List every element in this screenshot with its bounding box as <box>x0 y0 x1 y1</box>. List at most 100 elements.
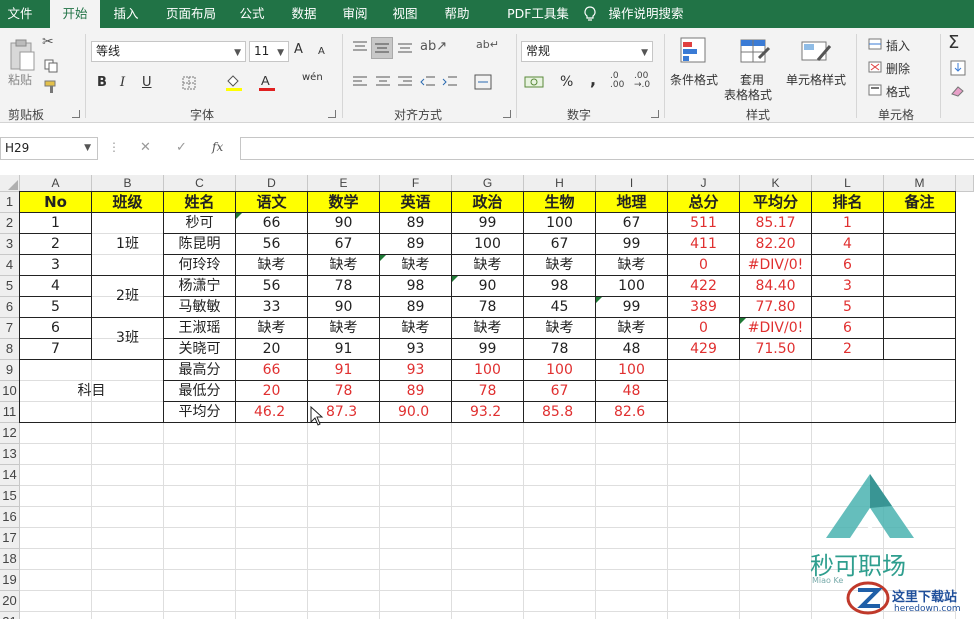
empty-cell[interactable] <box>740 570 812 591</box>
total-cell[interactable]: 0 <box>668 255 740 276</box>
name-cell[interactable]: 王淑瑶 <box>164 318 236 339</box>
row-header-16[interactable]: 16 <box>0 507 20 528</box>
empty-cell[interactable] <box>380 591 452 612</box>
empty-cell[interactable] <box>524 528 596 549</box>
score-cell[interactable]: 缺考 <box>452 318 524 339</box>
tab-pdf-tools[interactable]: PDF工具集 <box>492 0 584 28</box>
empty-cell[interactable] <box>380 549 452 570</box>
bold-button[interactable]: B <box>97 75 107 90</box>
delete-cells-button[interactable]: 删除 <box>886 60 910 77</box>
score-cell[interactable]: 89 <box>380 234 452 255</box>
summary-name-cell[interactable]: 平均分 <box>164 402 236 423</box>
name-cell[interactable]: 何玲玲 <box>164 255 236 276</box>
empty-cell[interactable] <box>20 612 92 619</box>
decrease-decimal-icon[interactable]: .00 →.0 <box>634 72 650 90</box>
empty-cell[interactable] <box>20 549 92 570</box>
empty-cell[interactable] <box>884 423 956 444</box>
format-painter-icon[interactable] <box>44 80 60 94</box>
format-cells-button[interactable]: 格式 <box>886 83 910 100</box>
empty-cell[interactable] <box>164 612 236 619</box>
empty-cell[interactable] <box>308 486 380 507</box>
empty-cell[interactable] <box>380 486 452 507</box>
score-cell[interactable]: 33 <box>236 297 308 318</box>
score-cell[interactable]: 78 <box>308 276 380 297</box>
name-cell[interactable]: 陈昆明 <box>164 234 236 255</box>
score-cell[interactable]: 99 <box>596 234 668 255</box>
summary-value-cell[interactable]: 67 <box>524 381 596 402</box>
header-cell[interactable]: 英语 <box>380 192 452 213</box>
number-format-select[interactable]: 常规 ▼ <box>521 41 653 62</box>
score-cell[interactable]: 缺考 <box>524 255 596 276</box>
empty-cell[interactable] <box>812 423 884 444</box>
empty-cell[interactable] <box>380 612 452 619</box>
row-header-13[interactable]: 13 <box>0 444 20 465</box>
header-cell[interactable]: 班级 <box>92 192 164 213</box>
orientation-icon[interactable]: ab↗ <box>420 39 447 54</box>
empty-cell[interactable] <box>20 423 92 444</box>
empty-cell[interactable] <box>92 486 164 507</box>
score-cell[interactable]: 99 <box>596 297 668 318</box>
empty-cell[interactable] <box>452 423 524 444</box>
paste-label[interactable]: 粘贴 <box>8 71 32 88</box>
format-cells-icon[interactable] <box>868 84 882 96</box>
empty-cell[interactable] <box>20 507 92 528</box>
empty-cell[interactable] <box>380 528 452 549</box>
row-header-8[interactable]: 8 <box>0 339 20 360</box>
column-header-g[interactable]: G <box>452 175 524 192</box>
summary-value-cell[interactable]: 20 <box>236 381 308 402</box>
summary-value-cell[interactable]: 46.2 <box>236 402 308 423</box>
no-cell[interactable]: 4 <box>20 276 92 297</box>
average-cell[interactable]: #DIV/0! <box>740 318 812 339</box>
row-header-17[interactable]: 17 <box>0 528 20 549</box>
row-header-3[interactable]: 3 <box>0 234 20 255</box>
tell-me-search[interactable]: 操作说明搜索 <box>604 0 688 28</box>
score-cell[interactable]: 100 <box>524 213 596 234</box>
empty-cell[interactable] <box>92 591 164 612</box>
no-cell[interactable]: 6 <box>20 318 92 339</box>
empty-cell[interactable] <box>380 570 452 591</box>
empty-cell[interactable] <box>452 528 524 549</box>
column-header-f[interactable]: F <box>380 175 452 192</box>
empty-cell[interactable] <box>380 465 452 486</box>
tab-home[interactable]: 开始 <box>50 0 100 28</box>
remark-cell[interactable] <box>884 297 956 318</box>
empty-cell[interactable] <box>524 465 596 486</box>
summary-value-cell[interactable]: 100 <box>596 360 668 381</box>
empty-cell[interactable] <box>596 444 668 465</box>
tab-formulas[interactable]: 公式 <box>232 0 272 28</box>
empty-cell[interactable] <box>236 591 308 612</box>
empty-cell[interactable] <box>20 444 92 465</box>
increase-indent-icon[interactable] <box>442 75 458 89</box>
column-header-e[interactable]: E <box>308 175 380 192</box>
score-cell[interactable]: 45 <box>524 297 596 318</box>
clipboard-launcher[interactable] <box>72 110 80 118</box>
remark-cell[interactable] <box>884 213 956 234</box>
empty-cell[interactable] <box>308 591 380 612</box>
empty-cell[interactable] <box>596 507 668 528</box>
empty-cell[interactable] <box>740 507 812 528</box>
number-launcher[interactable] <box>651 110 659 118</box>
tab-view[interactable]: 视图 <box>385 0 425 28</box>
column-header-m[interactable]: M <box>884 175 956 192</box>
clear-icon[interactable] <box>950 84 966 98</box>
empty-cell[interactable] <box>236 549 308 570</box>
italic-button[interactable]: I <box>120 75 125 90</box>
row-header-10[interactable]: 10 <box>0 381 20 402</box>
empty-cell[interactable] <box>452 444 524 465</box>
empty-cell[interactable] <box>236 423 308 444</box>
empty-cell[interactable] <box>380 507 452 528</box>
empty-cell[interactable] <box>596 465 668 486</box>
total-cell[interactable]: 422 <box>668 276 740 297</box>
column-header-d[interactable]: D <box>236 175 308 192</box>
align-center-icon[interactable] <box>375 75 391 89</box>
empty-cell[interactable] <box>524 591 596 612</box>
align-top-icon[interactable] <box>352 40 368 54</box>
empty-cell[interactable] <box>308 612 380 619</box>
empty-cell[interactable] <box>668 549 740 570</box>
empty-cell[interactable] <box>92 528 164 549</box>
summary-value-cell[interactable]: 90.0 <box>380 402 452 423</box>
empty-cell[interactable] <box>308 423 380 444</box>
class-cell[interactable]: 1班 <box>92 213 164 276</box>
empty-cell[interactable] <box>92 570 164 591</box>
empty-cell[interactable] <box>164 507 236 528</box>
